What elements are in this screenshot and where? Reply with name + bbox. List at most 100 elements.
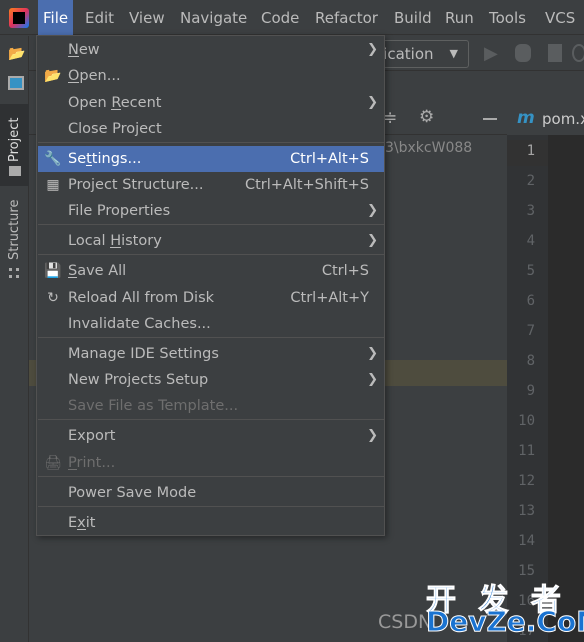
menu-item-new[interactable]: New ❯: [38, 37, 384, 63]
menu-item-shortcut: Ctrl+Alt+S: [290, 151, 369, 167]
intellij-logo-icon: [9, 8, 29, 28]
menu-item-label: File Properties: [68, 203, 171, 219]
menu-item-label: Save File as Template...: [68, 398, 239, 414]
run-icon[interactable]: ▶: [484, 43, 498, 64]
menu-item-file-properties[interactable]: File Properties ❯: [38, 198, 384, 224]
minimize-icon[interactable]: [483, 118, 497, 120]
structure-icon: [9, 268, 19, 278]
line-number: 12: [518, 473, 535, 489]
line-number: 13: [518, 503, 535, 519]
line-number: 2: [526, 173, 535, 189]
menu-item-project-structure[interactable]: ▦ Project Structure... Ctrl+Alt+Shift+S: [38, 172, 384, 198]
menu-code[interactable]: Code: [256, 0, 304, 35]
menu-item-export[interactable]: Export ❯: [38, 423, 384, 449]
menu-item-open-recent[interactable]: Open Recent ❯: [38, 90, 384, 116]
menu-item-shortcut: Ctrl+Alt+Shift+S: [244, 177, 369, 193]
editor-area[interactable]: [548, 135, 584, 642]
structure-tool-tab[interactable]: Structure: [0, 196, 29, 286]
project-tab-label: Project: [7, 117, 22, 162]
mnemonic-underline: [86, 165, 92, 166]
menu-separator: [38, 506, 384, 507]
mnemonic-underline: [111, 109, 121, 110]
line-number: 11: [518, 443, 535, 459]
menu-vcs[interactable]: VCS: [540, 0, 580, 35]
line-number: 6: [526, 293, 535, 309]
debug-icon[interactable]: [515, 44, 531, 62]
watermark-logo: 开 发 者 CSDN DevZe.CoM: [378, 575, 584, 642]
mnemonic-underline: [68, 277, 78, 278]
menu-item-manage-ide-settings[interactable]: Manage IDE Settings ❯: [38, 341, 384, 367]
menu-item-shortcut: Ctrl+Alt+Y: [290, 290, 369, 306]
left-tool-strip: 📂 Project Structure: [0, 36, 29, 642]
menu-edit[interactable]: Edit: [80, 0, 119, 35]
menu-item-label: Settings...: [68, 151, 142, 167]
line-number: 7: [526, 323, 535, 339]
menu-item-label: Invalidate Caches...: [68, 316, 211, 332]
menu-item-save-all[interactable]: 💾 Save All Ctrl+S: [38, 258, 384, 284]
menu-item-power-save-mode[interactable]: Power Save Mode: [38, 480, 384, 506]
project-structure-icon: ▦: [46, 177, 60, 193]
menu-item-open[interactable]: 📂 Open...: [38, 63, 384, 89]
menu-item-label: Project Structure...: [68, 177, 204, 193]
mnemonic-underline: [68, 469, 77, 470]
line-number: 10: [518, 413, 535, 429]
menu-refactor[interactable]: Refactor: [310, 0, 383, 35]
structure-tab-label: Structure: [7, 199, 22, 260]
line-number: 1: [526, 143, 535, 159]
window-icon[interactable]: [8, 76, 24, 90]
print-icon: 🖨: [44, 455, 62, 471]
menu-run[interactable]: Run: [440, 0, 479, 35]
chevron-right-icon: ❯: [367, 428, 378, 443]
chevron-right-icon: ❯: [367, 372, 378, 387]
menu-item-reload-all-from-disk[interactable]: ↻ Reload All from Disk Ctrl+Alt+Y: [38, 285, 384, 311]
menu-item-label: Close Project: [68, 121, 162, 137]
line-number: 4: [526, 233, 535, 249]
line-number: 5: [526, 263, 535, 279]
maven-icon: m: [517, 108, 535, 128]
menu-item-label: Power Save Mode: [68, 485, 197, 501]
run-config-label: lication: [379, 45, 434, 63]
gear-icon[interactable]: ⚙: [419, 107, 434, 127]
profile-icon[interactable]: [572, 44, 584, 62]
line-number: 14: [518, 533, 535, 549]
menu-item-new-projects-setup[interactable]: New Projects Setup ❯: [38, 367, 384, 393]
menu-item-exit[interactable]: Exit: [38, 510, 384, 536]
folder-open-icon: 📂: [44, 68, 62, 84]
menu-item-shortcut: Ctrl+S: [321, 263, 369, 279]
chevron-down-icon: ▼: [449, 47, 458, 60]
project-tool-tab[interactable]: Project: [0, 104, 29, 186]
menu-file[interactable]: File: [38, 0, 74, 35]
menu-separator: [38, 419, 384, 420]
collapse-all-icon[interactable]: ≑: [383, 108, 397, 128]
menu-item-local-history[interactable]: Local History ❯: [38, 228, 384, 254]
file-menu-popup: New ❯ 📂 Open... Open Recent ❯ Close Project 🔧 Se…: [36, 35, 385, 536]
menu-navigate[interactable]: Navigate: [175, 0, 252, 35]
editor-tab-pom[interactable]: m pom.x: [507, 104, 584, 135]
menu-item-invalidate-caches[interactable]: Invalidate Caches...: [38, 311, 384, 337]
menu-separator: [38, 142, 384, 143]
menu-separator: [38, 224, 384, 225]
mnemonic-underline: [110, 247, 122, 248]
chevron-right-icon: ❯: [367, 95, 378, 110]
menu-item-settings[interactable]: 🔧 Settings... Ctrl+Alt+S: [38, 146, 384, 172]
menu-bar: File Edit View Navigate Code Refactor Bu…: [0, 0, 584, 35]
menu-view[interactable]: View: [124, 0, 170, 35]
save-icon: 💾: [44, 263, 62, 279]
menu-item-close-project[interactable]: Close Project: [38, 116, 384, 142]
line-number: 8: [526, 353, 535, 369]
mnemonic-underline: [68, 56, 79, 57]
wrench-icon: 🔧: [44, 151, 62, 167]
tab-label: pom.x: [542, 110, 584, 128]
menu-separator: [38, 476, 384, 477]
coverage-icon[interactable]: [548, 44, 562, 62]
menu-build[interactable]: Build: [389, 0, 437, 35]
menu-item-save-file-as-template: Save File as Template...: [38, 393, 384, 419]
menu-item-label: Reload All from Disk: [68, 290, 215, 306]
folder-icon: [9, 166, 21, 176]
chevron-right-icon: ❯: [367, 203, 378, 218]
menu-tools[interactable]: Tools: [484, 0, 531, 35]
open-folder-icon[interactable]: 📂: [8, 46, 25, 62]
mnemonic-underline: [68, 82, 80, 83]
watermark-site: DevZe.CoM: [425, 605, 584, 639]
chevron-right-icon: ❯: [367, 42, 378, 57]
